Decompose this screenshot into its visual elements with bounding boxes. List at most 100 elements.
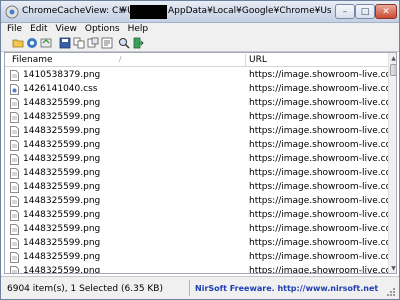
table-row[interactable]: 1448325599.png https://image.showroom-liv… xyxy=(5,152,388,166)
image-file-icon xyxy=(10,238,19,249)
row-url: https://image.showroom-live.com/sho xyxy=(249,266,388,274)
image-file-icon xyxy=(10,140,19,151)
properties-icon[interactable] xyxy=(101,37,113,49)
table-row[interactable]: 1448325599.png https://image.showroom-liv… xyxy=(5,166,388,180)
nirsoft-link[interactable]: NirSoft Freeware. http://www.nirsoft.net xyxy=(195,284,378,293)
table-row[interactable]: 1448325599.png https://image.showroom-liv… xyxy=(5,180,388,194)
maximize-button[interactable]: □ xyxy=(355,4,375,19)
row-url: https://image.showroom-live.com/sho xyxy=(249,84,388,94)
row-filename: 1448325599.png xyxy=(23,140,101,150)
row-filename: 1448325599.png xyxy=(23,196,101,206)
row-filename: 1448325599.png xyxy=(23,252,101,262)
row-filename: 1448325599.png xyxy=(23,266,101,274)
copy-icon[interactable] xyxy=(87,37,99,49)
row-url: https://image.showroom-live.com/sho xyxy=(249,182,388,192)
row-filename: 1448325599.png xyxy=(23,98,101,108)
row-filename: 1448325599.png xyxy=(23,126,101,136)
table-header: Filename / URL xyxy=(5,53,388,67)
table-row[interactable]: 1448325599.png https://image.showroom-liv… xyxy=(5,96,388,110)
css-file-icon xyxy=(10,84,19,95)
table-row[interactable]: 1448325599.png https://image.showroom-liv… xyxy=(5,208,388,222)
image-file-icon xyxy=(10,266,19,273)
table-row[interactable]: 1448325599.png https://image.showroom-liv… xyxy=(5,110,388,124)
image-file-icon xyxy=(10,98,19,109)
row-url: https://image.showroom-live.com/sho xyxy=(249,168,388,178)
row-url: https://image.showroom-live.com/sho xyxy=(249,70,388,80)
row-filename: 1426141040.css xyxy=(23,84,98,94)
column-divider[interactable] xyxy=(245,54,246,66)
menu-options[interactable]: Options xyxy=(85,24,120,34)
row-url: https://image.showroom-live.com/sho xyxy=(249,252,388,262)
scroll-thumb[interactable] xyxy=(390,64,396,76)
image-file-icon xyxy=(10,126,19,137)
image-file-icon xyxy=(10,182,19,193)
table-row[interactable]: 1410538379.png https://image.showroom-liv… xyxy=(5,68,388,82)
minimize-button[interactable]: – xyxy=(335,4,355,19)
row-url: https://image.showroom-live.com/sho xyxy=(249,224,388,234)
close-button[interactable]: ✕ xyxy=(375,4,397,19)
exit-icon[interactable] xyxy=(132,37,144,49)
table-row[interactable]: 1426141040.css https://image.showroom-liv… xyxy=(5,82,388,96)
search-icon[interactable] xyxy=(118,37,130,49)
column-filename[interactable]: Filename xyxy=(12,55,53,65)
table-body: 1410538379.png https://image.showroom-liv… xyxy=(5,68,388,274)
image-file-icon xyxy=(10,210,19,221)
save-icon[interactable] xyxy=(59,37,71,49)
menu-bar: File Edit View Options Help xyxy=(1,23,399,35)
menu-help[interactable]: Help xyxy=(128,24,149,34)
table-row[interactable]: 1448325599.png https://image.showroom-liv… xyxy=(5,138,388,152)
image-file-icon xyxy=(10,112,19,123)
table-row[interactable]: 1448325599.png https://image.showroom-liv… xyxy=(5,124,388,138)
image-file-icon xyxy=(10,252,19,263)
table-row[interactable]: 1448325599.png https://image.showroom-liv… xyxy=(5,250,388,264)
app-icon xyxy=(5,5,19,19)
row-url: https://image.showroom-live.com/sho xyxy=(249,140,388,150)
row-url: https://image.showroom-live.com/sho xyxy=(249,98,388,108)
app-window: ChromeCacheView: C:¥Users ¥ AppData¥Loca… xyxy=(0,0,400,300)
row-url: https://image.showroom-live.com/sho xyxy=(249,154,388,164)
scroll-up-icon[interactable]: ▲ xyxy=(389,53,396,63)
column-url[interactable]: URL xyxy=(249,55,267,65)
copy-icon[interactable] xyxy=(73,37,85,49)
menu-view[interactable]: View xyxy=(56,24,77,34)
status-item-count: 6904 item(s), 1 Selected (6.35 KB) xyxy=(7,284,163,294)
vertical-scrollbar[interactable]: ▲ ▼ xyxy=(388,53,396,273)
scroll-down-icon[interactable]: ▼ xyxy=(389,263,396,273)
row-filename: 1448325599.png xyxy=(23,224,101,234)
row-filename: 1448325599.png xyxy=(23,112,101,122)
table-row[interactable]: 1448325599.png https://image.showroom-liv… xyxy=(5,194,388,208)
redacted-username xyxy=(130,5,167,19)
resize-grip-icon[interactable] xyxy=(385,286,396,297)
row-filename: 1410538379.png xyxy=(23,70,101,80)
row-filename: 1448325599.png xyxy=(23,168,101,178)
row-filename: 1448325599.png xyxy=(23,154,101,164)
image-file-icon xyxy=(10,224,19,235)
status-divider xyxy=(189,280,190,296)
table-row[interactable]: 1448325599.png https://image.showroom-liv… xyxy=(5,236,388,250)
status-bar: 6904 item(s), 1 Selected (6.35 KB) NirSo… xyxy=(1,276,399,299)
image-file-icon xyxy=(10,196,19,207)
menu-file[interactable]: File xyxy=(7,24,22,34)
toolbar xyxy=(1,35,399,52)
row-url: https://image.showroom-live.com/sho xyxy=(249,126,388,136)
refresh-icon[interactable] xyxy=(40,37,52,49)
image-file-icon xyxy=(10,168,19,179)
table-row[interactable]: 1448325599.png https://image.showroom-liv… xyxy=(5,222,388,236)
window-title-separator: ¥ xyxy=(119,6,125,16)
row-url: https://image.showroom-live.com/sho xyxy=(249,196,388,206)
row-filename: 1448325599.png xyxy=(23,238,101,248)
menu-edit[interactable]: Edit xyxy=(30,24,47,34)
sort-indicator-icon: / xyxy=(119,55,122,63)
table-row[interactable]: 1448325599.png https://image.showroom-liv… xyxy=(5,264,388,274)
chrome-icon[interactable] xyxy=(26,37,38,49)
image-file-icon xyxy=(10,154,19,165)
row-filename: 1448325599.png xyxy=(23,210,101,220)
open-folder-icon[interactable] xyxy=(12,37,24,49)
row-url: https://image.showroom-live.com/sho xyxy=(249,210,388,220)
title-bar[interactable]: ChromeCacheView: C:¥Users ¥ AppData¥Loca… xyxy=(1,1,399,23)
image-file-icon xyxy=(10,70,19,81)
cache-table[interactable]: Filename / URL 1410538379.png https://ima… xyxy=(4,52,397,274)
row-url: https://image.showroom-live.com/sho xyxy=(249,238,388,248)
window-title-path: AppData¥Local¥Google¥Chrome¥User Data¥..… xyxy=(168,6,331,16)
row-filename: 1448325599.png xyxy=(23,182,101,192)
